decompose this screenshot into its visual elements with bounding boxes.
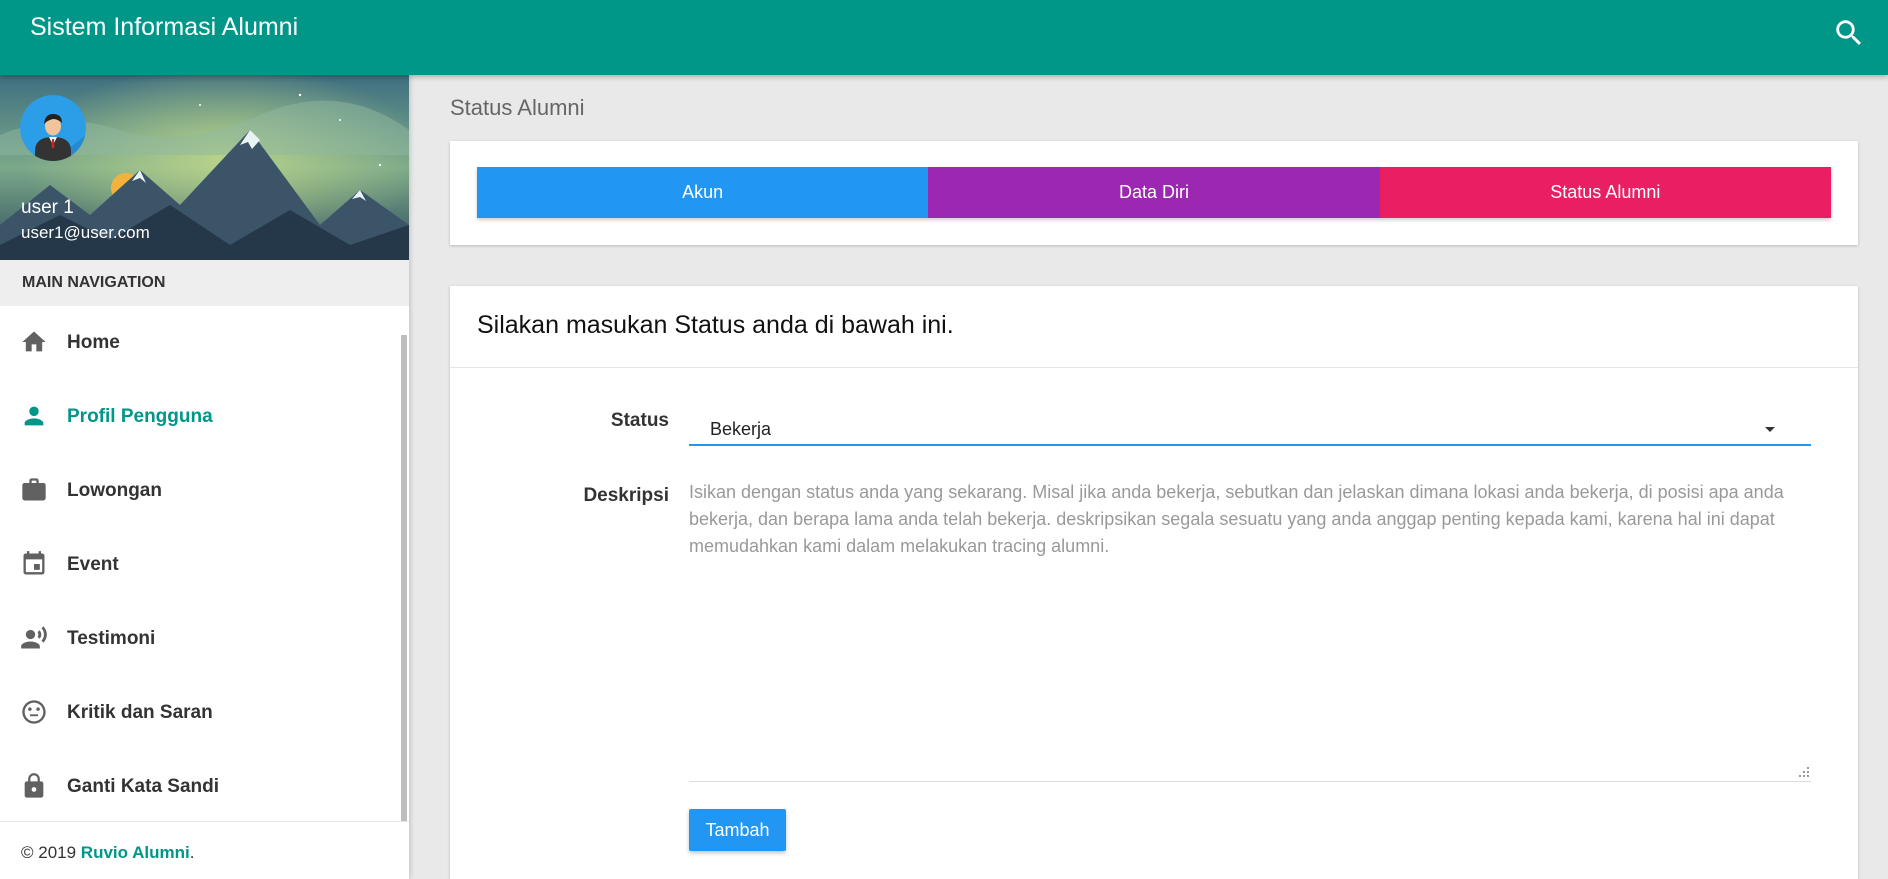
tab-data-diri[interactable]: Data Diri [928, 167, 1380, 218]
home-icon [22, 331, 46, 352]
sidebar-footer: © 2019 Ruvio Alumni. [0, 821, 409, 879]
tab-akun[interactable]: Akun [477, 167, 929, 218]
form-heading: Silakan masukan Status anda di bawah ini… [450, 286, 1858, 368]
app-title[interactable]: Sistem Informasi Alumni [30, 13, 298, 42]
record-voice-icon [21, 626, 47, 649]
sidebar-item-ganti-kata-sandi[interactable]: Ganti Kata Sandi [0, 750, 409, 824]
sidebar-item-label: Lowongan [67, 480, 162, 501]
person-icon [24, 406, 44, 426]
sidebar-item-label: Testimoni [67, 628, 156, 649]
description-label: Deskripsi [583, 485, 669, 506]
sidebar-item-label: Ganti Kata Sandi [67, 776, 220, 797]
lock-icon [24, 773, 44, 798]
sidebar-item-label: Kritik dan Saran [67, 702, 213, 723]
copyright-suffix: . [189, 843, 195, 862]
sidebar-item-home[interactable]: Home [0, 306, 409, 380]
description-textarea[interactable] [689, 479, 1811, 782]
profile-tabs: Akun Data Diri Status Alumni [477, 167, 1831, 218]
page-title: Status Alumni [450, 95, 585, 120]
user-email: user1@user.com [21, 223, 150, 242]
sidebar-item-label: Event [67, 554, 119, 575]
neutral-face-icon [22, 700, 46, 724]
tab-card: Akun Data Diri Status Alumni [450, 141, 1858, 245]
sidebar-scrollbar[interactable] [401, 335, 407, 830]
briefcase-icon [22, 478, 46, 501]
profile-banner: user 1 user1@user.com [0, 75, 409, 260]
copyright-year: © 2019 [21, 843, 81, 862]
search-icon[interactable] [1832, 16, 1866, 50]
user-name: user 1 [21, 197, 74, 218]
status-form-card: Silakan masukan Status anda di bawah ini… [450, 286, 1858, 879]
status-label: Status [610, 410, 669, 431]
sidebar-item-label: Profil Pengguna [67, 406, 213, 427]
calendar-icon [23, 551, 45, 575]
tab-status-alumni[interactable]: Status Alumni [1379, 167, 1831, 218]
resize-grip-icon[interactable] [1799, 767, 1809, 777]
tambah-button[interactable]: Tambah [689, 809, 786, 851]
sidebar-item-profil-pengguna[interactable]: Profil Pengguna [0, 380, 409, 454]
status-select[interactable]: Bekerja [689, 400, 1811, 446]
status-select-value: Bekerja [710, 419, 772, 439]
sidebar-item-kritik-dan-saran[interactable]: Kritik dan Saran [0, 676, 409, 750]
top-app-bar: Sistem Informasi Alumni [0, 0, 1888, 75]
footer-brand-link[interactable]: Ruvio Alumni [81, 843, 190, 862]
copyright-text: © 2019 Ruvio Alumni. [21, 843, 194, 863]
sidebar-item-event[interactable]: Event [0, 528, 409, 602]
sidebar: user 1 user1@user.com MAIN NAVIGATION Ho… [0, 75, 409, 879]
sidebar-item-testimoni[interactable]: Testimoni [0, 602, 409, 676]
avatar[interactable] [20, 95, 86, 161]
sidebar-item-label: Home [67, 332, 120, 353]
sidebar-item-lowongan[interactable]: Lowongan [0, 454, 409, 528]
dropdown-caret-icon [1765, 427, 1775, 432]
nav-section-header: MAIN NAVIGATION [0, 260, 409, 306]
